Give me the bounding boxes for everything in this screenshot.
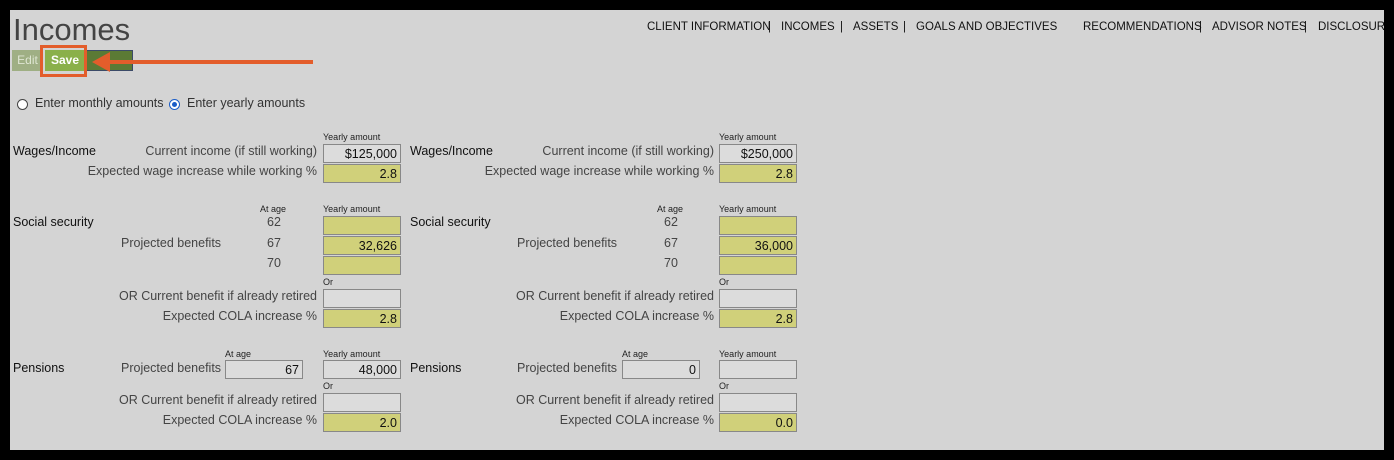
or-label: Or	[719, 277, 729, 287]
ss-cola-label: Expected COLA increase %	[559, 309, 714, 323]
pension-cola-label: Expected COLA increase %	[162, 413, 317, 427]
ss-70-input[interactable]	[719, 256, 797, 275]
ss-current-benefit-label: OR Current benefit if already retired	[515, 289, 714, 303]
at-age-header: At age	[622, 349, 649, 359]
ss-current-benefit-input[interactable]	[719, 289, 797, 308]
yearly-amount-header: Yearly amount	[323, 132, 381, 142]
nav-recommendations[interactable]: RECOMMENDATIONS	[1083, 21, 1202, 33]
yearly-amount-header: Yearly amount	[323, 204, 381, 214]
ss-age-67: 67	[267, 236, 281, 250]
ss-age-62: 62	[664, 215, 678, 229]
current-income-label: Current income (if still working)	[542, 144, 714, 158]
pension-amount-input[interactable]	[719, 360, 797, 379]
pension-cola-input[interactable]: 0.0	[719, 413, 797, 432]
ss-section-title: Social security	[13, 215, 94, 229]
or-label: Or	[719, 381, 729, 391]
nav-goals-and-objectives[interactable]: GOALS AND OBJECTIVES	[916, 21, 1057, 33]
ss-projected-label: Projected benefits	[121, 236, 222, 250]
pensions-section-title: Pensions	[410, 361, 462, 375]
ss-age-62: 62	[267, 215, 281, 229]
ss-62-input[interactable]	[719, 216, 797, 235]
pension-age-input[interactable]: 67	[225, 360, 303, 379]
wages-section-title: Wages/Income	[410, 144, 493, 158]
ss-67-input[interactable]: 36,000	[719, 236, 797, 255]
pension-age-input[interactable]: 0	[622, 360, 700, 379]
yearly-amount-header: Yearly amount	[719, 204, 777, 214]
ss-67-input[interactable]: 32,626	[323, 236, 401, 255]
pensions-section-title: Pensions	[13, 361, 65, 375]
ss-section-title: Social security	[410, 215, 491, 229]
ss-cola-label: Expected COLA increase %	[162, 309, 317, 323]
ss-70-input[interactable]	[323, 256, 401, 275]
at-age-header: At age	[657, 204, 684, 214]
nav-client-information[interactable]: CLIENT INFORMATION	[647, 21, 771, 33]
pointer-arrow-icon	[92, 52, 313, 72]
pension-projected-label: Projected benefits	[121, 361, 222, 375]
pension-cola-input[interactable]: 2.0	[323, 413, 401, 432]
nav-sep: |	[1199, 21, 1202, 33]
ss-current-benefit-input[interactable]	[323, 289, 401, 308]
wage-increase-label: Expected wage increase while working %	[87, 164, 317, 178]
or-label: Or	[323, 381, 333, 391]
nav-sep: |	[903, 21, 906, 33]
incomes-page: Incomes CLIENT INFORMATION | INCOMES | A…	[10, 10, 1384, 450]
nav-sep: |	[840, 21, 843, 33]
current-income-label: Current income (if still working)	[145, 144, 317, 158]
current-income-input[interactable]: $125,000	[323, 144, 401, 163]
ss-age-70: 70	[664, 256, 678, 270]
nav-assets[interactable]: ASSETS	[853, 21, 898, 33]
nav-sep: |	[768, 21, 771, 33]
yearly-amount-header: Yearly amount	[323, 349, 381, 359]
at-age-header: At age	[225, 349, 252, 359]
wage-increase-input[interactable]: 2.8	[719, 164, 797, 183]
pension-current-benefit-label: OR Current benefit if already retired	[118, 393, 317, 407]
pension-current-benefit-input[interactable]	[719, 393, 797, 412]
yearly-label: Enter yearly amounts	[187, 96, 306, 110]
ss-projected-label: Projected benefits	[517, 236, 618, 250]
nav-advisor-notes[interactable]: ADVISOR NOTES	[1212, 21, 1307, 33]
ss-age-67: 67	[664, 236, 678, 250]
nav-sep: |	[1304, 21, 1307, 33]
monthly-label: Enter monthly amounts	[35, 96, 164, 110]
yearly-radio[interactable]	[169, 99, 180, 110]
pension-amount-input[interactable]: 48,000	[323, 360, 401, 379]
current-income-input[interactable]: $250,000	[719, 144, 797, 163]
monthly-radio[interactable]	[17, 99, 28, 110]
ss-cola-input[interactable]: 2.8	[323, 309, 401, 328]
at-age-header: At age	[260, 204, 287, 214]
yearly-amount-header: Yearly amount	[719, 132, 777, 142]
wages-section-title: Wages/Income	[13, 144, 96, 158]
ss-age-70: 70	[267, 256, 281, 270]
pension-cola-label: Expected COLA increase %	[559, 413, 714, 427]
wage-increase-input[interactable]: 2.8	[323, 164, 401, 183]
pension-current-benefit-input[interactable]	[323, 393, 401, 412]
yearly-amount-header: Yearly amount	[719, 349, 777, 359]
wage-increase-label: Expected wage increase while working %	[484, 164, 714, 178]
pension-projected-label: Projected benefits	[517, 361, 618, 375]
pension-current-benefit-label: OR Current benefit if already retired	[515, 393, 714, 407]
or-label: Or	[323, 277, 333, 287]
nav-disclosure[interactable]: DISCLOSURE	[1318, 21, 1384, 33]
nav-incomes[interactable]: INCOMES	[781, 21, 835, 33]
ss-62-input[interactable]	[323, 216, 401, 235]
ss-cola-input[interactable]: 2.8	[719, 309, 797, 328]
ss-current-benefit-label: OR Current benefit if already retired	[118, 289, 317, 303]
